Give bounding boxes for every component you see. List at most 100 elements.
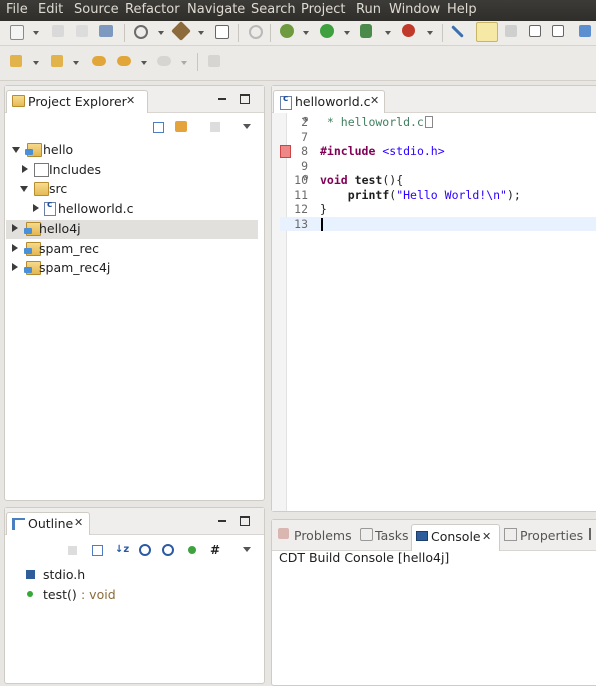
menu-search[interactable]: Search (251, 2, 296, 17)
code-line: 12 } (280, 202, 596, 217)
tab-project-explorer[interactable]: Project Explorer ✕ (6, 90, 148, 113)
tree-item-hello4j[interactable]: hello4j (6, 220, 258, 239)
highlight-icon[interactable] (476, 22, 498, 42)
profile-icon[interactable] (360, 24, 372, 38)
external-tools-icon[interactable] (402, 24, 415, 37)
expand-toggle-icon[interactable] (12, 147, 20, 153)
run-dropdown-icon[interactable] (344, 31, 350, 35)
forward-dropdown-icon[interactable] (181, 61, 187, 65)
binary-icon[interactable] (215, 25, 229, 39)
debug-bug-icon[interactable] (280, 24, 294, 38)
build-settings-icon[interactable] (134, 25, 148, 39)
save-all-icon[interactable] (76, 25, 88, 37)
menu-project[interactable]: Project (301, 2, 345, 17)
hide-fields-icon[interactable] (139, 544, 151, 556)
outline-item-stdio[interactable]: stdio.h (22, 566, 258, 585)
show-whitespace-icon[interactable] (552, 25, 564, 37)
sync-icon[interactable] (68, 546, 77, 555)
minimize-icon[interactable] (218, 520, 226, 522)
console-title: CDT Build Console [hello4j] (279, 550, 450, 565)
back-dropdown-icon[interactable] (141, 61, 147, 65)
tab-console[interactable]: Console ✕ (411, 524, 500, 551)
hide-static-icon[interactable] (162, 544, 174, 556)
tree-item-label: Includes (49, 162, 102, 177)
menu-edit[interactable]: Edit (38, 2, 63, 17)
close-icon[interactable]: ✕ (482, 530, 491, 543)
expand-toggle-icon[interactable] (12, 244, 18, 252)
expand-toggle-icon[interactable] (20, 186, 28, 192)
expand-toggle-icon[interactable] (33, 204, 39, 212)
tab-helloworld-c[interactable]: helloworld.c ✕ (273, 90, 385, 113)
link-with-editor-icon[interactable] (175, 121, 187, 132)
menu-window[interactable]: Window (389, 2, 440, 17)
block-selection-icon[interactable] (529, 25, 541, 37)
next-annotation-dropdown-icon[interactable] (33, 61, 39, 65)
code-area[interactable]: 2 ⊕ * helloworld.c 7 8 #include <stdio.h… (280, 115, 596, 511)
tree-item-spam-rec4j[interactable]: spam_rec4j (6, 259, 258, 278)
tree-item-helloworld-c[interactable]: helloworld.c (6, 200, 258, 219)
last-edit-icon[interactable] (92, 56, 106, 66)
toolbar-separator (124, 24, 125, 42)
menu-source[interactable]: Source (74, 2, 119, 17)
tree-item-src[interactable]: src (6, 180, 258, 199)
menu-navigate[interactable]: Navigate (187, 2, 245, 17)
fold-collapse-icon[interactable]: ⊖ (303, 173, 308, 183)
expand-toggle-icon[interactable] (12, 224, 18, 232)
menu-help[interactable]: Help (447, 2, 477, 17)
collapse-all-icon[interactable] (92, 545, 103, 556)
tree-item-label: helloworld.c (58, 201, 134, 216)
build-hammer-icon[interactable] (171, 21, 191, 41)
code-line: 11 printf("Hello World!\n"); (280, 188, 596, 203)
new-dropdown-icon[interactable] (33, 31, 39, 35)
menu-run[interactable]: Run (356, 2, 381, 17)
hide-macros-icon[interactable]: # (210, 543, 222, 557)
tree-item-includes[interactable]: Includes (6, 161, 258, 180)
tab-tasks[interactable]: Tasks (375, 528, 409, 543)
tree-item-spam-rec[interactable]: spam_rec (6, 240, 258, 259)
perspective-icon[interactable] (579, 25, 591, 37)
next-annotation-icon[interactable] (10, 55, 22, 67)
run-icon[interactable] (320, 24, 334, 38)
collapse-all-icon[interactable] (153, 122, 164, 133)
view-menu-icon[interactable] (243, 547, 251, 552)
close-icon[interactable]: ✕ (126, 94, 135, 107)
close-icon[interactable]: ✕ (74, 516, 83, 529)
profile-dropdown-icon[interactable] (385, 31, 391, 35)
menu-refactor[interactable]: Refactor (125, 2, 180, 17)
search-wand-icon[interactable] (451, 25, 464, 38)
more-views-icon[interactable] (589, 528, 596, 540)
external-tools-dropdown-icon[interactable] (427, 31, 433, 35)
pin-editor-icon[interactable] (208, 55, 220, 67)
view-menu-icon[interactable] (243, 124, 251, 129)
minimize-icon[interactable] (218, 98, 226, 100)
tab-outline[interactable]: Outline ✕ (6, 512, 90, 535)
debug-dropdown-icon[interactable] (303, 31, 309, 35)
save-icon[interactable] (52, 25, 64, 37)
build-dropdown-icon[interactable] (198, 31, 204, 35)
close-icon[interactable]: ✕ (370, 94, 379, 107)
previous-annotation-dropdown-icon[interactable] (73, 61, 79, 65)
fold-expand-icon[interactable]: ⊕ (303, 115, 308, 125)
toggle-mark-icon[interactable] (505, 25, 517, 37)
sort-icon[interactable]: ↓z (115, 544, 129, 556)
tab-properties[interactable]: Properties (520, 528, 583, 543)
hide-non-public-icon[interactable] (188, 546, 196, 554)
maximize-icon[interactable] (240, 516, 250, 526)
new-icon[interactable] (10, 25, 24, 40)
back-icon[interactable] (117, 56, 131, 66)
maximize-icon[interactable] (240, 94, 250, 104)
tree-item-hello[interactable]: hello (6, 141, 258, 160)
expand-toggle-icon[interactable] (22, 165, 28, 173)
previous-annotation-icon[interactable] (51, 55, 63, 67)
print-icon[interactable] (99, 25, 113, 37)
view-menu-filter-icon[interactable] (210, 122, 220, 132)
resume-icon[interactable] (249, 25, 263, 39)
forward-icon[interactable] (157, 56, 171, 66)
expand-toggle-icon[interactable] (12, 263, 18, 271)
build-settings-dropdown-icon[interactable] (158, 31, 164, 35)
line-number: 9 (301, 158, 308, 173)
menu-file[interactable]: File (6, 2, 28, 17)
tab-problems[interactable]: Problems (294, 528, 352, 543)
folded-comment-icon[interactable] (425, 116, 433, 128)
outline-item-test[interactable]: test() : void (22, 586, 258, 605)
